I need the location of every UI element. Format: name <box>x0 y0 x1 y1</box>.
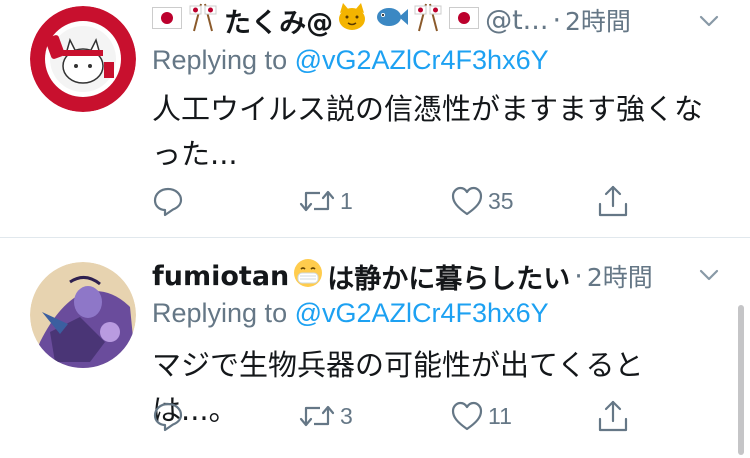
mention-link[interactable]: @vG2AZlCr4F3hx6Y <box>295 298 549 328</box>
tweet[interactable]: fumiotan は静かに暮らしたい · 2時間 Replying to @vG… <box>0 238 750 458</box>
like-count: 35 <box>488 187 514 214</box>
display-name[interactable]: fumiotan <box>152 261 289 292</box>
retweet-count: 1 <box>340 187 353 214</box>
reply-button[interactable] <box>152 396 188 436</box>
crossed-flags-icon <box>413 2 443 39</box>
tweet-actions: 1 35 <box>152 181 642 221</box>
reply-icon <box>152 400 184 432</box>
replying-to: Replying to @vG2AZlCr4F3hx6Y <box>152 298 549 329</box>
reply-icon <box>152 185 184 217</box>
separator-dot: · <box>552 4 562 36</box>
display-name-suffix[interactable]: は静かに暮らしたい <box>327 257 570 296</box>
replying-to-label: Replying to <box>152 45 288 75</box>
heart-icon <box>450 185 484 217</box>
retweet-button[interactable]: 3 <box>298 396 353 436</box>
share-button[interactable] <box>596 181 630 221</box>
retweet-icon <box>298 400 336 432</box>
reply-button[interactable] <box>152 181 188 221</box>
timestamp[interactable]: 2時間 <box>565 2 631 38</box>
like-count: 11 <box>488 402 512 429</box>
heart-icon <box>450 400 484 432</box>
handle[interactable]: @t... <box>485 5 548 36</box>
replying-to-label: Replying to <box>152 298 288 328</box>
display-name[interactable]: たくみ@ <box>224 1 333 40</box>
crossed-flags-icon <box>188 2 218 39</box>
jp-flag-icon <box>152 5 182 36</box>
avatar[interactable] <box>30 262 136 368</box>
like-button[interactable]: 11 <box>450 396 512 436</box>
retweet-button[interactable]: 1 <box>298 181 353 221</box>
separator-dot: · <box>574 260 583 292</box>
mask-face-icon <box>293 258 323 295</box>
tweet-text: 人工ウイルス説の信憑性がますます強くなった... <box>152 92 704 171</box>
scrollbar[interactable] <box>738 305 744 455</box>
jp-flag-icon <box>449 5 480 36</box>
timestamp[interactable]: 2時間 <box>587 258 653 294</box>
tweet-actions: 3 11 <box>152 396 642 436</box>
retweet-icon <box>298 185 336 217</box>
replying-to: Replying to @vG2AZlCr4F3hx6Y <box>152 45 549 76</box>
retweet-count: 3 <box>340 402 353 429</box>
share-button[interactable] <box>596 396 630 436</box>
fish-icon <box>375 5 409 36</box>
like-button[interactable]: 35 <box>450 181 514 221</box>
cat-face-icon <box>337 2 367 38</box>
share-icon <box>596 399 630 433</box>
tweet-header[interactable]: たくみ@ @t... · 2時間 <box>152 0 631 40</box>
mention-link[interactable]: @vG2AZlCr4F3hx6Y <box>295 45 549 75</box>
chevron-down-icon[interactable] <box>698 264 720 286</box>
chevron-down-icon[interactable] <box>698 10 720 32</box>
avatar[interactable] <box>30 6 136 112</box>
share-icon <box>596 184 630 218</box>
tweet[interactable]: たくみ@ @t... · 2時間 Replying to @vG2AZlCr4F… <box>0 0 750 238</box>
tweet-header[interactable]: fumiotan は静かに暮らしたい · 2時間 <box>152 256 653 296</box>
